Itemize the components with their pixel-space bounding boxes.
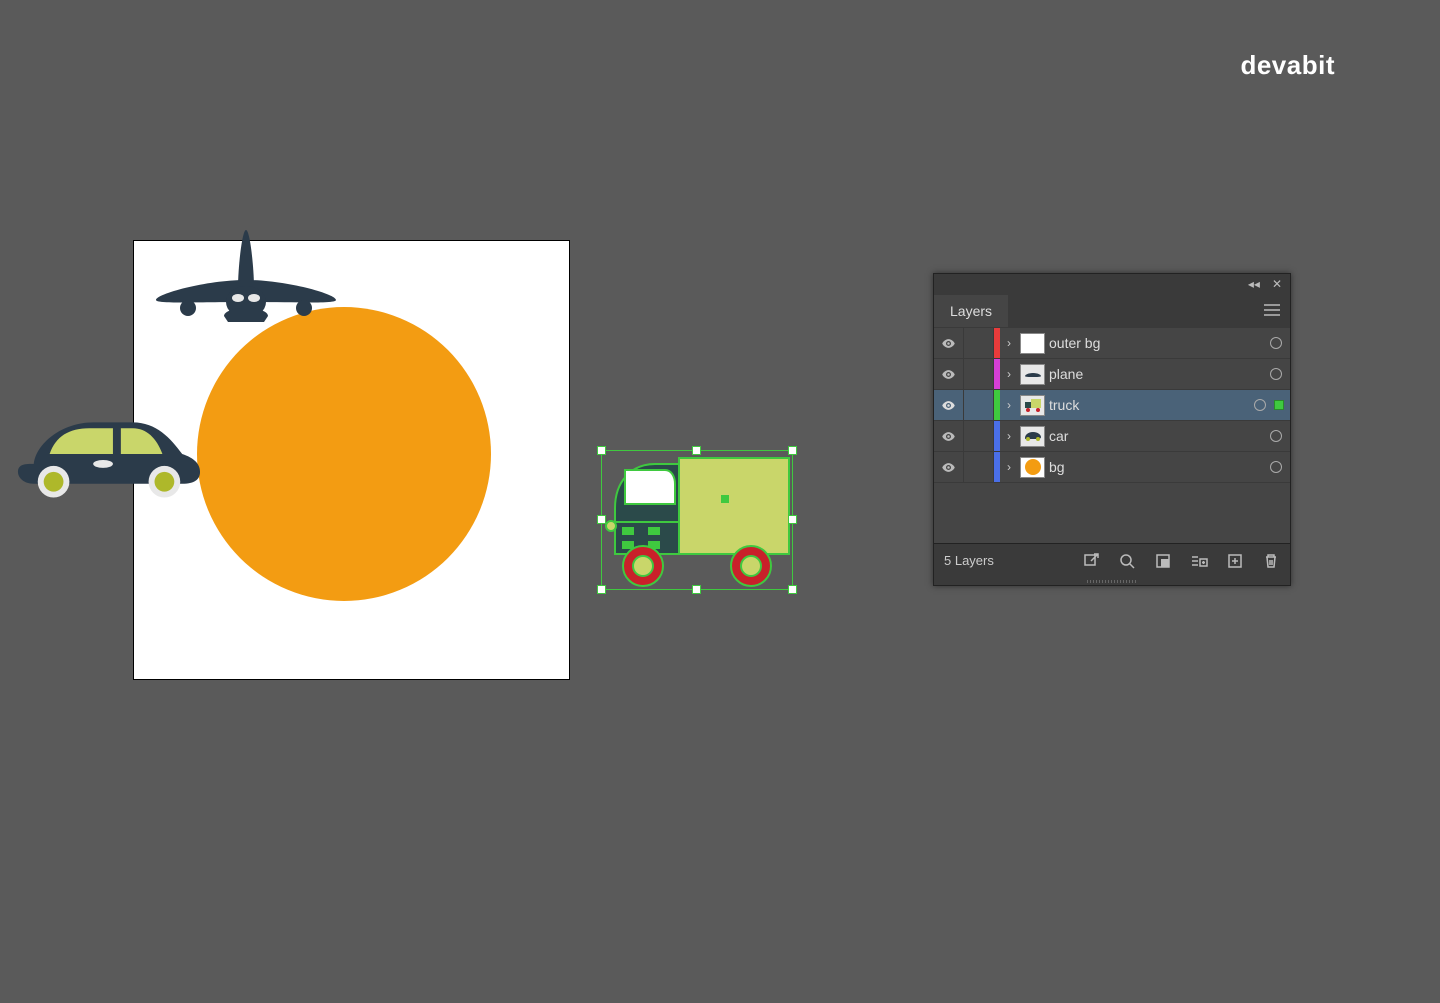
plane-shape[interactable] [140,228,352,338]
chevron-right-icon[interactable]: › [1000,460,1018,474]
truck-shape-selected[interactable] [601,450,793,590]
lock-toggle[interactable] [964,390,994,420]
visibility-toggle[interactable] [934,421,964,451]
lock-toggle[interactable] [964,328,994,358]
layer-thumbnail[interactable] [1020,333,1045,354]
layer-target-icon[interactable] [1254,399,1266,411]
close-panel-icon[interactable]: ✕ [1272,277,1282,291]
layer-target-icon[interactable] [1270,337,1282,349]
chevron-right-icon[interactable]: › [1000,336,1018,350]
lock-toggle[interactable] [964,359,994,389]
layer-list-empty-area[interactable] [934,483,1290,543]
layer-target-icon[interactable] [1270,461,1282,473]
layer-row-plane[interactable]: › plane [934,359,1290,390]
panel-titlebar: ◂◂ ✕ [934,274,1290,294]
layer-thumbnail[interactable] [1020,426,1045,447]
visibility-toggle[interactable] [934,359,964,389]
layer-name-label[interactable]: truck [1049,397,1254,413]
bg-circle-shape[interactable] [197,307,491,601]
collapse-panel-icon[interactable]: ◂◂ [1248,277,1260,291]
visibility-toggle[interactable] [934,328,964,358]
chevron-right-icon[interactable]: › [1000,398,1018,412]
layer-row-bg[interactable]: › bg [934,452,1290,483]
new-sublayer-icon[interactable] [1190,552,1208,570]
layer-name-label[interactable]: outer bg [1049,335,1270,351]
chevron-right-icon[interactable]: › [1000,367,1018,381]
search-icon[interactable] [1118,552,1136,570]
watermark-logo: devabit [1240,50,1335,81]
layer-name-label[interactable]: bg [1049,459,1270,475]
panel-resize-handle[interactable] [934,577,1290,585]
layer-list: › outer bg › plane › [934,328,1290,543]
layer-thumbnail[interactable] [1020,364,1045,385]
layer-row-outer-bg[interactable]: › outer bg [934,328,1290,359]
selection-indicator [1274,400,1284,410]
lock-toggle[interactable] [964,421,994,451]
layer-target-icon[interactable] [1270,368,1282,380]
lock-toggle[interactable] [964,452,994,482]
chevron-right-icon[interactable]: › [1000,429,1018,443]
layer-thumbnail[interactable] [1020,457,1045,478]
tab-layers[interactable]: Layers [934,295,1008,327]
panel-menu-icon[interactable] [1264,303,1280,319]
layer-target-icon[interactable] [1270,430,1282,442]
new-layer-icon[interactable] [1226,552,1244,570]
layer-thumbnail[interactable] [1020,395,1045,416]
layer-name-label[interactable]: car [1049,428,1270,444]
delete-icon[interactable] [1262,552,1280,570]
visibility-toggle[interactable] [934,390,964,420]
panel-footer: 5 Layers [934,543,1290,577]
layer-name-label[interactable]: plane [1049,366,1270,382]
layer-row-truck[interactable]: › truck [934,390,1290,421]
layers-panel: ◂◂ ✕ Layers › outer bg › [933,273,1291,586]
clipping-mask-icon[interactable] [1154,552,1172,570]
export-icon[interactable] [1082,552,1100,570]
car-shape[interactable] [14,414,202,498]
layer-count-label: 5 Layers [944,553,1064,568]
visibility-toggle[interactable] [934,452,964,482]
layer-row-car[interactable]: › car [934,421,1290,452]
